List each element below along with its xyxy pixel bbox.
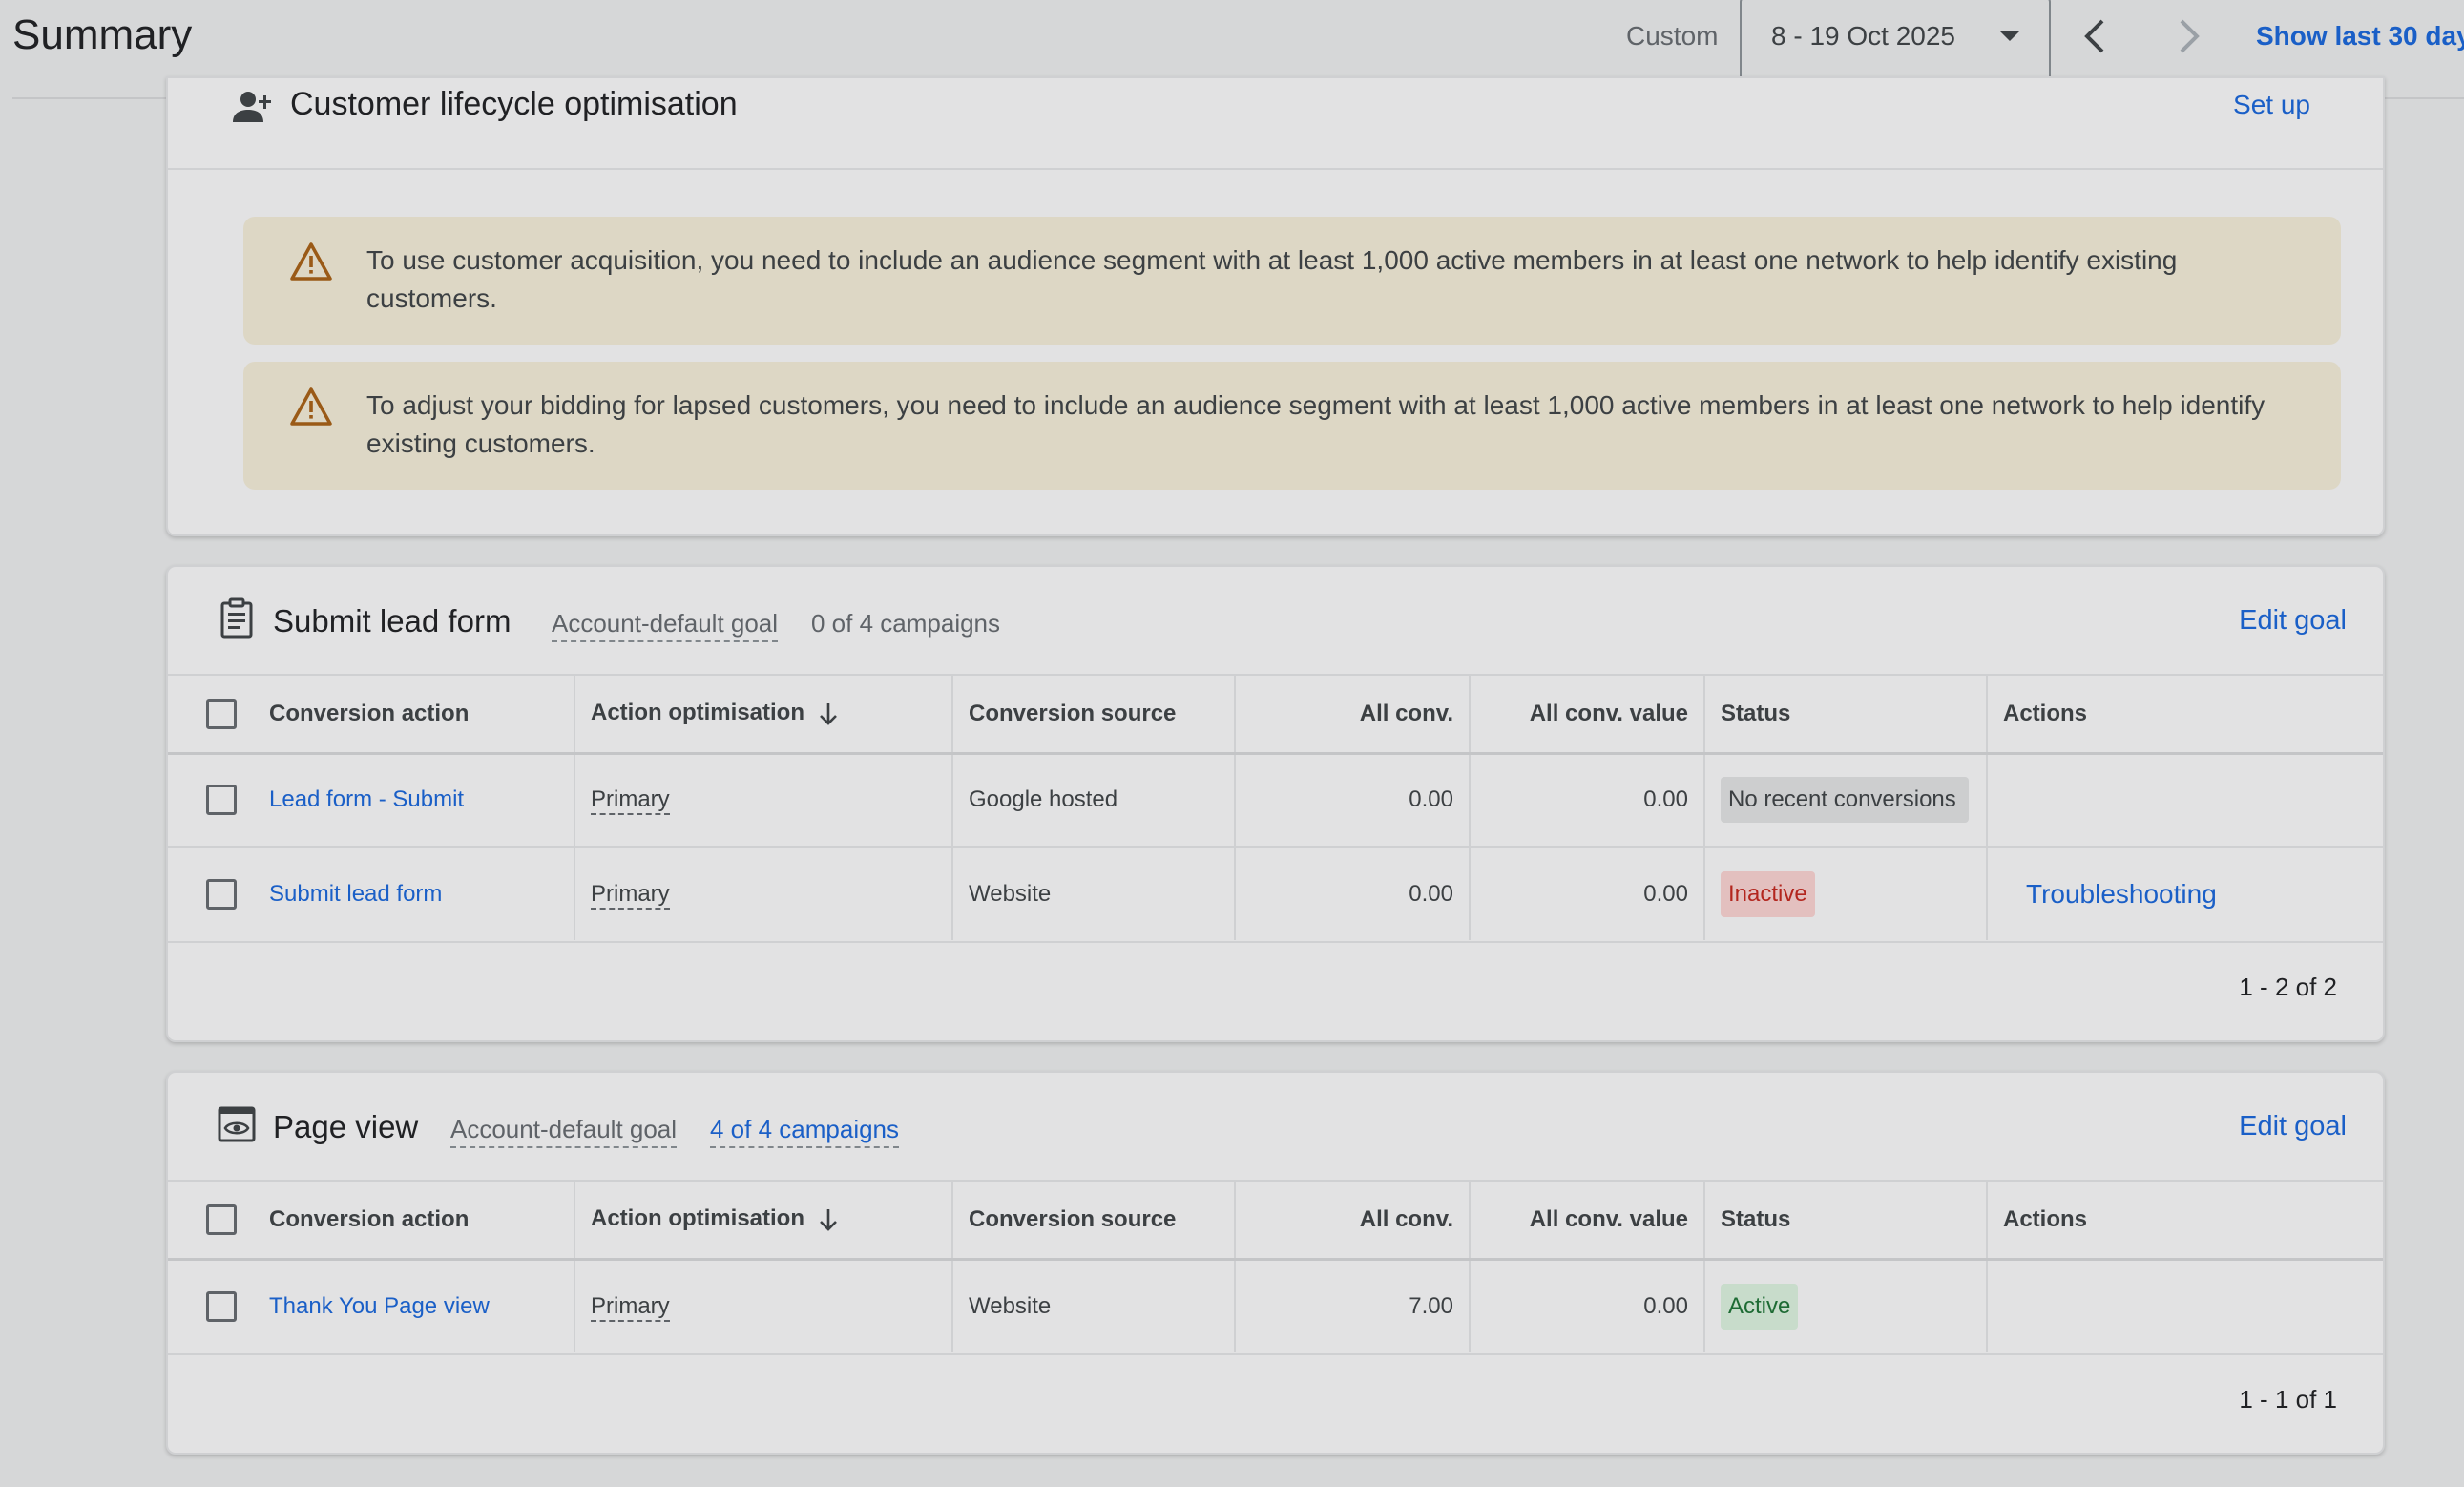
- all-conv-cell: 0.00: [1235, 846, 1471, 940]
- table-footer-divider: [168, 1353, 2383, 1355]
- actions-cell: Troubleshooting: [1987, 846, 2383, 940]
- pagination-summary: 1 - 2 of 2: [2239, 973, 2337, 1001]
- add-person-icon: [233, 92, 271, 122]
- row-select-cell: [168, 846, 254, 940]
- campaign-count: 0 of 4 campaigns: [811, 609, 1001, 638]
- chevron-left-icon: [2084, 19, 2104, 53]
- goal-header: Page view Account-default goal 4 of 4 ca…: [168, 1073, 2383, 1180]
- edit-goal-button[interactable]: Edit goal: [2239, 1111, 2347, 1142]
- goal-header: Submit lead form Account-default goal 0 …: [168, 567, 2383, 674]
- goal-type-label[interactable]: Account-default goal: [552, 609, 779, 642]
- all-conv-cell: 7.00: [1235, 1258, 1471, 1352]
- row-select-cell: [168, 752, 254, 847]
- conversion-action-link[interactable]: Thank You Page view: [269, 1293, 490, 1319]
- column-header-action-optimisation[interactable]: Action optimisation: [574, 674, 953, 755]
- conversion-action-link[interactable]: Lead form - Submit: [269, 786, 464, 812]
- lifecycle-header: Customer lifecycle optimisation Set up: [168, 78, 2383, 170]
- all-conv-cell: 0.00: [1235, 752, 1471, 847]
- status-badge: Active: [1721, 1283, 1799, 1330]
- column-header-conversion-source[interactable]: Conversion source: [952, 1180, 1236, 1261]
- select-all-cell: [168, 674, 254, 755]
- column-header-status[interactable]: Status: [1704, 674, 1988, 755]
- actions-cell: [1987, 1258, 2383, 1352]
- row-select-cell: [168, 1258, 254, 1352]
- column-header-all-conv-value[interactable]: All conv. value: [1470, 1180, 1705, 1261]
- status-badge: Inactive: [1721, 870, 1815, 917]
- date-range-value: 8 - 19 Oct 2025: [1771, 21, 1956, 51]
- sort-descending-icon: [820, 703, 837, 725]
- column-header-actions: Actions: [1987, 674, 2383, 755]
- goal-title: Page view: [273, 1109, 419, 1144]
- status-cell: Inactive: [1704, 846, 1988, 940]
- conversion-source-cell: Website: [952, 1258, 1236, 1352]
- select-all-checkbox[interactable]: [206, 698, 237, 729]
- goal-title: Submit lead form: [273, 603, 512, 639]
- column-header-actions: Actions: [1987, 1180, 2383, 1261]
- column-header-all-conv[interactable]: All conv.: [1235, 674, 1471, 755]
- optimisation-value[interactable]: Primary: [591, 786, 670, 816]
- next-period-button[interactable]: [2164, 13, 2210, 59]
- table-row: Lead form - Submit Primary Google hosted…: [168, 752, 2383, 847]
- table-footer-divider: [168, 941, 2383, 943]
- conversion-action-link[interactable]: Submit lead form: [269, 881, 442, 907]
- warning-banner: To adjust your bidding for lapsed custom…: [243, 362, 2341, 490]
- table-row: Thank You Page view Primary Website 7.00…: [168, 1258, 2383, 1352]
- edit-goal-button[interactable]: Edit goal: [2239, 605, 2347, 637]
- goal-type-label[interactable]: Account-default goal: [450, 1115, 678, 1148]
- page-view-icon: [218, 1106, 256, 1142]
- column-header-label: Action optimisation: [591, 700, 804, 726]
- warning-text: To use customer acquisition, you need to…: [366, 245, 2178, 313]
- column-header-all-conv[interactable]: All conv.: [1235, 1180, 1471, 1261]
- previous-period-button[interactable]: [2074, 13, 2119, 59]
- page-title: Summary: [12, 11, 193, 58]
- lifecycle-card: Customer lifecycle optimisation Set up T…: [166, 76, 2385, 536]
- actions-cell: [1987, 752, 2383, 847]
- status-badge: No recent conversions: [1721, 777, 1969, 824]
- goal-card-submit-lead-form: Submit lead form Account-default goal 0 …: [166, 565, 2385, 1042]
- date-range-label: Custom: [1626, 21, 1719, 51]
- row-checkbox[interactable]: [206, 1290, 237, 1322]
- all-conv-value-cell: 0.00: [1470, 1258, 1705, 1352]
- all-conv-value-cell: 0.00: [1470, 752, 1705, 847]
- troubleshooting-link[interactable]: Troubleshooting: [2003, 879, 2217, 909]
- select-all-checkbox[interactable]: [206, 1204, 237, 1235]
- chevron-right-icon: [2180, 19, 2200, 53]
- column-header-label: Action optimisation: [591, 1205, 804, 1232]
- column-header-status[interactable]: Status: [1704, 1180, 1988, 1261]
- all-conv-value-cell: 0.00: [1470, 846, 1705, 940]
- goal-card-page-view: Page view Account-default goal 4 of 4 ca…: [166, 1071, 2385, 1455]
- warning-banner: To use customer acquisition, you need to…: [243, 217, 2341, 345]
- select-all-cell: [168, 1180, 254, 1261]
- conversion-actions-table: Conversion action Action optimisation Co…: [168, 1180, 2383, 1352]
- warning-icon: [290, 387, 332, 426]
- column-header-conversion-action[interactable]: Conversion action: [254, 674, 575, 755]
- column-header-conversion-source[interactable]: Conversion source: [952, 674, 1236, 755]
- conversion-source-cell: Website: [952, 846, 1236, 940]
- conversion-source-cell: Google hosted: [952, 752, 1236, 847]
- table-row: Submit lead form Primary Website 0.00 0.…: [168, 846, 2383, 940]
- campaign-count-link[interactable]: 4 of 4 campaigns: [710, 1115, 900, 1148]
- pagination-summary: 1 - 1 of 1: [2239, 1385, 2337, 1414]
- set-up-link[interactable]: Set up: [2233, 90, 2310, 120]
- show-last-30-days-link[interactable]: Show last 30 day: [2256, 21, 2464, 52]
- warning-icon: [290, 242, 332, 281]
- status-cell: Active: [1704, 1258, 1988, 1352]
- row-checkbox[interactable]: [206, 785, 237, 816]
- date-range-dropdown[interactable]: 8 - 19 Oct 2025: [1740, 0, 2051, 82]
- sort-descending-icon: [820, 1209, 837, 1231]
- optimisation-value[interactable]: Primary: [591, 880, 670, 910]
- row-checkbox[interactable]: [206, 878, 237, 910]
- table-header-row: Conversion action Action optimisation Co…: [168, 674, 2383, 755]
- conversion-actions-table: Conversion action Action optimisation Co…: [168, 674, 2383, 940]
- dropdown-arrow-icon: [1999, 31, 2020, 41]
- lifecycle-title: Customer lifecycle optimisation: [290, 86, 738, 122]
- column-header-all-conv-value[interactable]: All conv. value: [1470, 674, 1705, 755]
- status-cell: No recent conversions: [1704, 752, 1988, 847]
- table-header-row: Conversion action Action optimisation Co…: [168, 1180, 2383, 1261]
- column-header-conversion-action[interactable]: Conversion action: [254, 1180, 575, 1261]
- clipboard-icon: [220, 597, 253, 639]
- warning-text: To adjust your bidding for lapsed custom…: [366, 390, 2266, 458]
- optimisation-value[interactable]: Primary: [591, 1292, 670, 1322]
- column-header-action-optimisation[interactable]: Action optimisation: [574, 1180, 953, 1261]
